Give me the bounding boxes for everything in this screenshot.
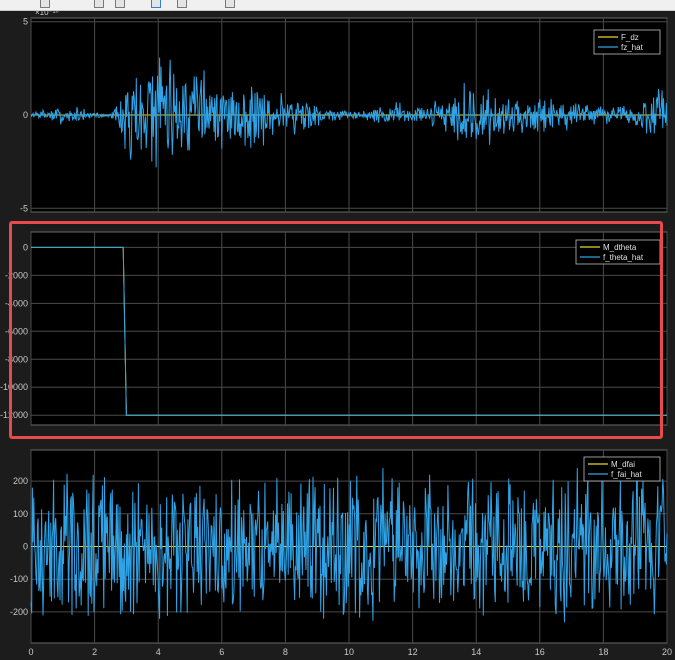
toolbar xyxy=(0,0,675,11)
x-tick-label: 8 xyxy=(283,647,288,657)
zoom-icon[interactable] xyxy=(115,0,125,8)
y-tick-label: -6000 xyxy=(5,326,28,336)
y-tick-label: -100 xyxy=(10,574,28,584)
x-tick-label: 4 xyxy=(156,647,161,657)
y-tick-label: 100 xyxy=(13,509,28,519)
x-tick-label: 10 xyxy=(344,647,354,657)
x-tick-label: 16 xyxy=(535,647,545,657)
x-tick-label: 2 xyxy=(92,647,97,657)
y-tick-label: -8000 xyxy=(5,354,28,364)
y-tick-label: -10000 xyxy=(0,382,28,392)
legend-entry: M_dfai xyxy=(611,460,635,469)
legend-entry: F_dz xyxy=(621,33,639,42)
x-tick-label: 12 xyxy=(408,647,418,657)
y-tick-label: -5 xyxy=(20,203,28,213)
legend-entry: f_fai_hat xyxy=(611,470,642,479)
y-tick-label: 0 xyxy=(23,110,28,120)
x-tick-label: 0 xyxy=(28,647,33,657)
x-tick-label: 18 xyxy=(598,647,608,657)
scope-plots: -505×10⁻¹⁰F_dzfz_hat0-2000-4000-6000-800… xyxy=(0,11,672,657)
y-tick-label: -200 xyxy=(10,607,28,617)
y-tick-label: -4000 xyxy=(5,298,28,308)
x-tick-label: 6 xyxy=(219,647,224,657)
y-tick-label: -12000 xyxy=(0,410,28,420)
exponent-label: ×10⁻¹⁰ xyxy=(35,11,59,17)
scope-display: -5 0 5 ×10⁻¹⁰ F_dz fz_hat 0 -2000 -4000 -6000 -800… xyxy=(0,11,675,660)
y-tick-label: -2000 xyxy=(5,270,28,280)
y-tick-label: 5 xyxy=(23,17,28,27)
table-icon[interactable] xyxy=(177,0,187,8)
x-tick-label: 20 xyxy=(662,647,672,657)
cursor-icon[interactable] xyxy=(151,0,161,8)
chart-panel-3: 200 100 0 -100 -200 0 2 4 6 8 10 12 14 16 18 20 M_dfaif_… xyxy=(10,449,672,657)
y-tick-label: 0 xyxy=(23,242,28,252)
chart-panel-1: -5 0 5 ×10⁻¹⁰ F_dzfz_hat xyxy=(20,11,668,213)
legend-entry: f_theta_hat xyxy=(603,253,644,262)
y-tick-label: 0 xyxy=(23,542,28,552)
chart-panel-2: 0 -2000 -4000 -6000 -8000 -10000 -12000 M_dthet… xyxy=(0,231,668,426)
copy-icon[interactable] xyxy=(225,0,235,8)
y-tick-label: 200 xyxy=(13,476,28,486)
x-tick-label: 14 xyxy=(471,647,481,657)
legend-entry: fz_hat xyxy=(621,43,644,52)
legend-entry: M_dtheta xyxy=(603,243,637,252)
arrow-right-icon[interactable] xyxy=(94,0,104,8)
arrow-left-icon[interactable] xyxy=(40,0,50,8)
